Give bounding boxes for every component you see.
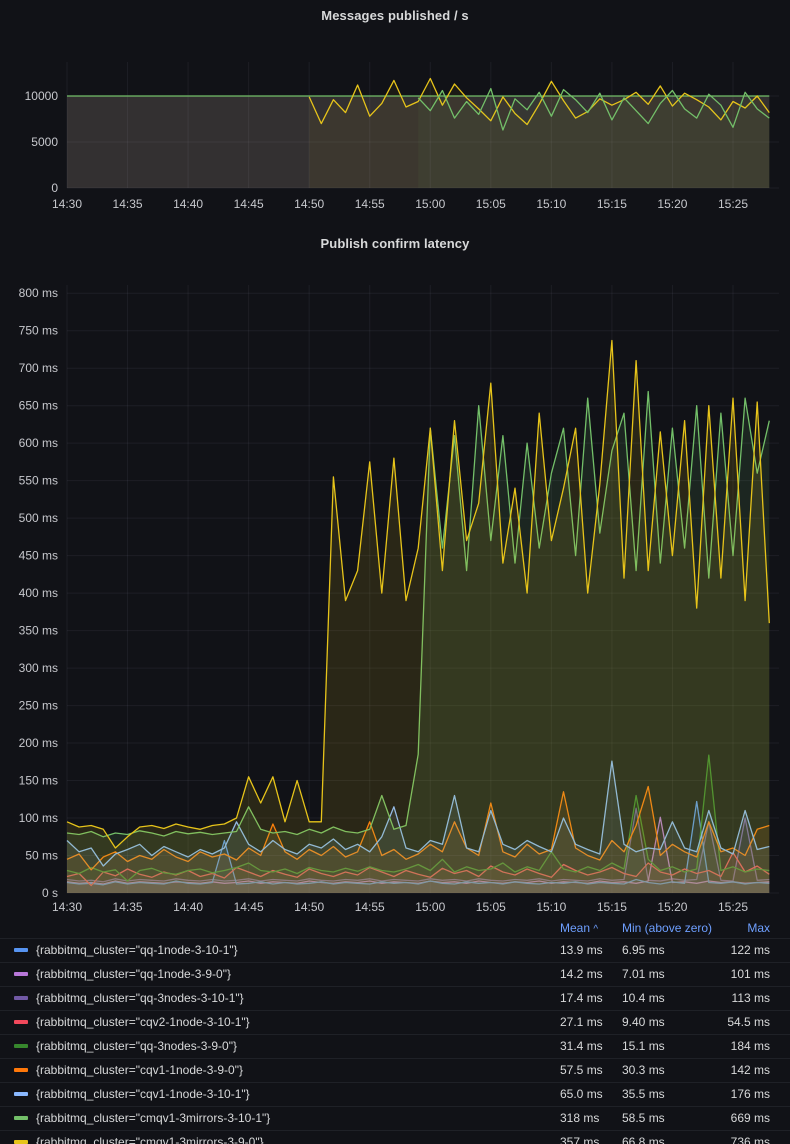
series-max: 101 ms	[722, 963, 790, 986]
series-max: 142 ms	[722, 1059, 790, 1082]
series-mean: 357 ms	[552, 1131, 614, 1144]
series-min: 6.95 ms	[614, 939, 722, 962]
legend-row: {rabbitmq_cluster="qq-3nodes-3-9-0"} 31.…	[0, 1034, 790, 1058]
series-max: 54.5 ms	[722, 1011, 790, 1034]
series-max: 669 ms	[722, 1107, 790, 1130]
series-mean: 65.0 ms	[552, 1083, 614, 1106]
series-max: 122 ms	[722, 939, 790, 962]
series-mean: 13.9 ms	[552, 939, 614, 962]
svg-text:250 ms: 250 ms	[19, 699, 58, 713]
series-max: 184 ms	[722, 1035, 790, 1058]
series-min: 7.01 ms	[614, 963, 722, 986]
svg-text:300 ms: 300 ms	[19, 661, 58, 675]
series-max: 736 ms	[722, 1131, 790, 1144]
svg-text:14:40: 14:40	[173, 900, 203, 914]
legend-row: {rabbitmq_cluster="cmqv1-3mirrors-3-9-0"…	[0, 1130, 790, 1144]
svg-text:200 ms: 200 ms	[19, 736, 58, 750]
series-color-swatch	[14, 948, 28, 952]
series-color-swatch	[14, 1092, 28, 1096]
series-color-swatch	[14, 1140, 28, 1144]
legend-header-max[interactable]: Max	[722, 918, 790, 938]
svg-text:15:25: 15:25	[718, 900, 748, 914]
series-max: 113 ms	[722, 987, 790, 1010]
legend-header-row: Mean ^ Min (above zero) Max	[0, 918, 790, 938]
series-mean: 17.4 ms	[552, 987, 614, 1010]
legend-row: {rabbitmq_cluster="cqv1-1node-3-10-1"} 6…	[0, 1082, 790, 1106]
series-min: 30.3 ms	[614, 1059, 722, 1082]
svg-text:14:30: 14:30	[52, 900, 82, 914]
legend-row: {rabbitmq_cluster="cqv2-1node-3-10-1"} 2…	[0, 1010, 790, 1034]
svg-text:0 s: 0 s	[42, 886, 58, 900]
legend-row: {rabbitmq_cluster="cqv1-1node-3-9-0"} 57…	[0, 1058, 790, 1082]
legend-row: {rabbitmq_cluster="qq-1node-3-10-1"} 13.…	[0, 938, 790, 962]
legend-row: {rabbitmq_cluster="qq-3nodes-3-10-1"} 17…	[0, 986, 790, 1010]
series-mean: 318 ms	[552, 1107, 614, 1130]
svg-text:15:00: 15:00	[415, 900, 445, 914]
series-label[interactable]: {rabbitmq_cluster="qq-1node-3-10-1"}	[36, 943, 238, 957]
svg-text:100 ms: 100 ms	[19, 811, 58, 825]
series-color-swatch	[14, 1020, 28, 1024]
sort-asc-icon: ^	[593, 924, 598, 935]
svg-text:600 ms: 600 ms	[19, 436, 58, 450]
series-color-swatch	[14, 972, 28, 976]
series-mean: 27.1 ms	[552, 1011, 614, 1034]
svg-text:450 ms: 450 ms	[19, 549, 58, 563]
svg-text:550 ms: 550 ms	[19, 474, 58, 488]
legend-header-spacer	[0, 918, 552, 938]
series-label[interactable]: {rabbitmq_cluster="cmqv1-3mirrors-3-10-1…	[36, 1111, 270, 1125]
svg-text:750 ms: 750 ms	[19, 324, 58, 338]
svg-text:650 ms: 650 ms	[19, 399, 58, 413]
series-mean: 57.5 ms	[552, 1059, 614, 1082]
svg-text:15:20: 15:20	[657, 900, 687, 914]
series-label[interactable]: {rabbitmq_cluster="qq-1node-3-9-0"}	[36, 967, 231, 981]
series-label[interactable]: {rabbitmq_cluster="cqv1-1node-3-10-1"}	[36, 1087, 250, 1101]
svg-text:500 ms: 500 ms	[19, 511, 58, 525]
svg-text:14:45: 14:45	[234, 900, 264, 914]
svg-text:15:05: 15:05	[476, 900, 506, 914]
svg-text:14:55: 14:55	[355, 900, 385, 914]
svg-text:150 ms: 150 ms	[19, 774, 58, 788]
legend-header-min[interactable]: Min (above zero)	[614, 918, 722, 938]
series-min: 9.40 ms	[614, 1011, 722, 1034]
legend-row: {rabbitmq_cluster="cmqv1-3mirrors-3-10-1…	[0, 1106, 790, 1130]
svg-text:14:50: 14:50	[294, 900, 324, 914]
svg-text:700 ms: 700 ms	[19, 361, 58, 375]
svg-text:15:10: 15:10	[536, 900, 566, 914]
series-color-swatch	[14, 1116, 28, 1120]
series-max: 176 ms	[722, 1083, 790, 1106]
series-label[interactable]: {rabbitmq_cluster="qq-3nodes-3-10-1"}	[36, 991, 244, 1005]
svg-text:50 ms: 50 ms	[25, 849, 58, 863]
grafana-dashboard: Messages published / s 14:3014:3514:4014…	[0, 0, 790, 1144]
series-color-swatch	[14, 996, 28, 1000]
series-min: 35.5 ms	[614, 1083, 722, 1106]
series-min: 15.1 ms	[614, 1035, 722, 1058]
series-color-swatch	[14, 1044, 28, 1048]
series-min: 10.4 ms	[614, 987, 722, 1010]
series-mean: 31.4 ms	[552, 1035, 614, 1058]
legend-header-mean[interactable]: Mean ^	[552, 918, 614, 938]
legend-table: Mean ^ Min (above zero) Max {rabbitmq_cl…	[0, 918, 790, 1144]
legend-row: {rabbitmq_cluster="qq-1node-3-9-0"} 14.2…	[0, 962, 790, 986]
svg-text:15:15: 15:15	[597, 900, 627, 914]
series-label[interactable]: {rabbitmq_cluster="cqv1-1node-3-9-0"}	[36, 1063, 243, 1077]
series-label[interactable]: {rabbitmq_cluster="cqv2-1node-3-10-1"}	[36, 1015, 250, 1029]
series-label[interactable]: {rabbitmq_cluster="cmqv1-3mirrors-3-9-0"…	[36, 1135, 264, 1144]
series-min: 66.8 ms	[614, 1131, 722, 1144]
svg-text:400 ms: 400 ms	[19, 586, 58, 600]
series-min: 58.5 ms	[614, 1107, 722, 1130]
svg-text:14:35: 14:35	[113, 900, 143, 914]
series-mean: 14.2 ms	[552, 963, 614, 986]
series-color-swatch	[14, 1068, 28, 1072]
series-label[interactable]: {rabbitmq_cluster="qq-3nodes-3-9-0"}	[36, 1039, 237, 1053]
svg-text:350 ms: 350 ms	[19, 624, 58, 638]
svg-text:800 ms: 800 ms	[19, 286, 58, 300]
